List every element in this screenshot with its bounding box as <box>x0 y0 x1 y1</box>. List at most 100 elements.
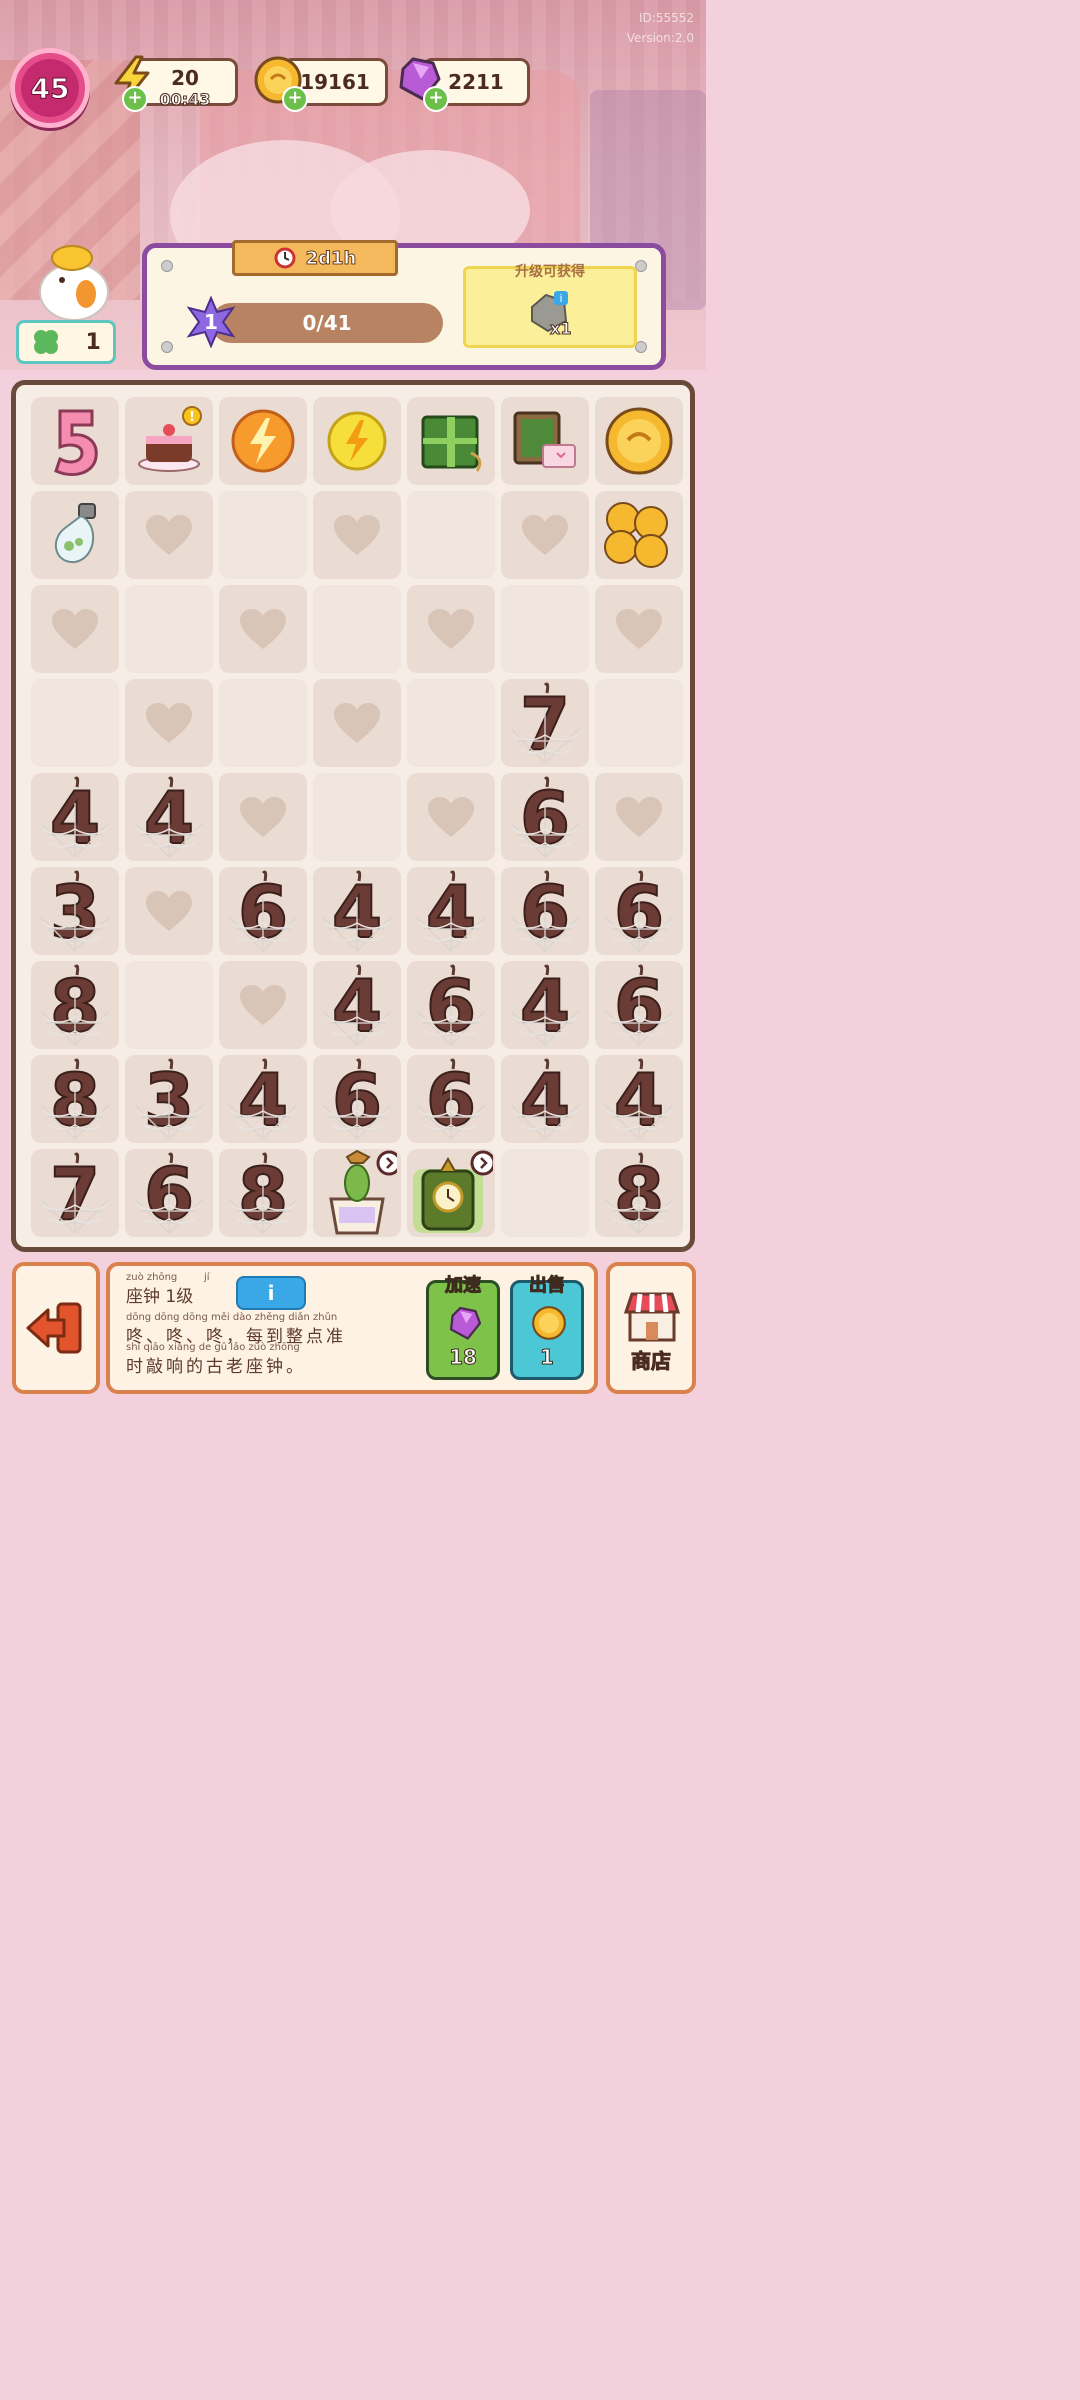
board-cell-locked[interactable] <box>31 585 119 673</box>
board-cell-webbed-3[interactable]: 3 <box>31 867 119 955</box>
board-cell-cake[interactable]: ! <box>125 397 213 485</box>
shop-button[interactable]: 商店 <box>606 1262 696 1394</box>
board-cell-locked[interactable] <box>407 773 495 861</box>
webbed-item-icon: 4 <box>416 869 486 955</box>
board-cell-locked[interactable] <box>219 961 307 1049</box>
board-cell-webbed-4[interactable]: 4 <box>125 773 213 861</box>
board-cell-energy-orb-orange[interactable] <box>219 397 307 485</box>
board-cell-webbed-8[interactable]: 8 <box>219 1149 307 1237</box>
energy-timer: 00:43 <box>159 90 211 110</box>
board-cell-webbed-6[interactable]: 6 <box>595 961 683 1049</box>
heart-icon <box>52 609 98 649</box>
board-cell-empty[interactable] <box>219 679 307 767</box>
board-cell-cactus-pot[interactable] <box>313 1149 401 1237</box>
svg-text:i: i <box>559 292 562 305</box>
board-cell-webbed-4[interactable]: 4 <box>501 1055 589 1143</box>
clock-icon <box>413 1150 493 1233</box>
panel-bolt <box>161 260 173 272</box>
board-cell-number-5[interactable] <box>31 397 119 485</box>
board-cell-webbed-4[interactable]: 4 <box>313 961 401 1049</box>
board-cell-webbed-6[interactable]: 6 <box>313 1055 401 1143</box>
description-line-1: 咚、咚、咚，每到整点准 <box>126 1327 346 1347</box>
board-cell-empty[interactable] <box>31 679 119 767</box>
board-cell-locked[interactable] <box>219 773 307 861</box>
board-cell-locked[interactable] <box>125 491 213 579</box>
speed-up-button[interactable]: 加速 18 <box>426 1275 500 1380</box>
board-cell-webbed-7[interactable]: 7 <box>31 1149 119 1237</box>
board-cell-locked[interactable] <box>501 491 589 579</box>
level-up-reward[interactable]: 升级可获得 i x1 <box>463 264 637 348</box>
board-cell-webbed-7[interactable]: 7 <box>501 679 589 767</box>
board-cell-empty[interactable] <box>125 585 213 673</box>
board-cell-locked[interactable] <box>125 679 213 767</box>
quest-panel[interactable]: 2d1h 0/41 1 升级可获得 i x1 <box>142 240 666 370</box>
add-gem-button[interactable]: + <box>423 86 449 112</box>
board-cell-energy-orb-yellow[interactable] <box>313 397 401 485</box>
board-cell-webbed-4[interactable]: 4 <box>31 773 119 861</box>
webbed-item-icon: 4 <box>134 775 204 861</box>
board-cell-webbed-6[interactable]: 6 <box>595 867 683 955</box>
board-cell-empty[interactable] <box>219 491 307 579</box>
board-cell-locked[interactable] <box>313 679 401 767</box>
board-cell-gift-box[interactable] <box>407 397 495 485</box>
board-cell-coin[interactable] <box>595 397 683 485</box>
webbed-item-icon: 4 <box>322 963 392 1049</box>
board-cell-locked[interactable] <box>595 773 683 861</box>
board-cell-money-box[interactable] <box>501 397 589 485</box>
duck-mascot[interactable] <box>32 240 116 324</box>
board-cell-locked[interactable] <box>125 867 213 955</box>
board-cell-locked[interactable] <box>595 585 683 673</box>
board-cell-webbed-3[interactable]: 3 <box>125 1055 213 1143</box>
webbed-item-icon: 4 <box>40 775 110 861</box>
clover-counter[interactable]: 1 <box>16 320 116 364</box>
webbed-item-icon: 6 <box>322 1057 392 1143</box>
board-cell-webbed-8[interactable]: 8 <box>31 1055 119 1143</box>
board-cell-empty[interactable] <box>407 679 495 767</box>
add-coin-button[interactable]: + <box>282 86 308 112</box>
board-cell-webbed-4[interactable]: 4 <box>501 961 589 1049</box>
board-cell-empty[interactable] <box>501 1149 589 1237</box>
board-cell-webbed-6[interactable]: 6 <box>219 867 307 955</box>
board-cell-webbed-6[interactable]: 6 <box>125 1149 213 1237</box>
clock-icon <box>274 247 296 269</box>
board-cell-empty[interactable] <box>313 773 401 861</box>
webbed-item-icon: 4 <box>604 1057 674 1143</box>
board-cell-lightbulb-jar[interactable] <box>31 491 119 579</box>
board-cell-webbed-4[interactable]: 4 <box>219 1055 307 1143</box>
board-cell-empty[interactable] <box>125 961 213 1049</box>
board-cell-webbed-6[interactable]: 6 <box>407 961 495 1049</box>
board-cell-webbed-6[interactable]: 6 <box>407 1055 495 1143</box>
board-cell-empty[interactable] <box>501 585 589 673</box>
board-cell-locked[interactable] <box>407 585 495 673</box>
item-info-panel: zuò zhōng jí 座钟 1级 i dōng dōng dōng měi … <box>106 1262 598 1394</box>
board-cell-webbed-4[interactable]: 4 <box>313 867 401 955</box>
webbed-item-icon: 4 <box>228 1057 298 1143</box>
board-cell-locked[interactable] <box>313 491 401 579</box>
board-cell-locked[interactable] <box>219 585 307 673</box>
info-button[interactable]: i <box>236 1276 306 1310</box>
board-cell-webbed-4[interactable]: 4 <box>595 1055 683 1143</box>
shop-label: 商店 <box>631 1349 672 1374</box>
board-cell-webbed-8[interactable]: 8 <box>31 961 119 1049</box>
clover-count: 1 <box>85 329 101 355</box>
board-cell-webbed-6[interactable]: 6 <box>501 773 589 861</box>
add-energy-button[interactable]: + <box>122 86 148 112</box>
board-cell-empty[interactable] <box>313 585 401 673</box>
coin-value: 19161 <box>300 70 370 94</box>
board-cell-clock[interactable] <box>407 1149 495 1237</box>
energy-orb-yellow-icon <box>327 411 387 471</box>
player-level-badge[interactable]: 45 <box>10 48 90 128</box>
gem-icon <box>449 1306 482 1340</box>
board-cell-coin-pile[interactable] <box>595 491 683 579</box>
board-cell-webbed-4[interactable]: 4 <box>407 867 495 955</box>
quest-progress-bar: 0/41 <box>211 303 443 343</box>
energy-value: 20 <box>171 66 199 90</box>
board-cell-empty[interactable] <box>407 491 495 579</box>
webbed-item-icon: 8 <box>40 963 110 1049</box>
board-cell-webbed-8[interactable]: 8 <box>595 1149 683 1237</box>
sell-button[interactable]: 出售 1 <box>510 1275 584 1380</box>
exit-button[interactable] <box>12 1262 100 1394</box>
board-cell-webbed-6[interactable]: 6 <box>501 867 589 955</box>
webbed-item-icon: 6 <box>134 1151 204 1237</box>
board-cell-empty[interactable] <box>595 679 683 767</box>
